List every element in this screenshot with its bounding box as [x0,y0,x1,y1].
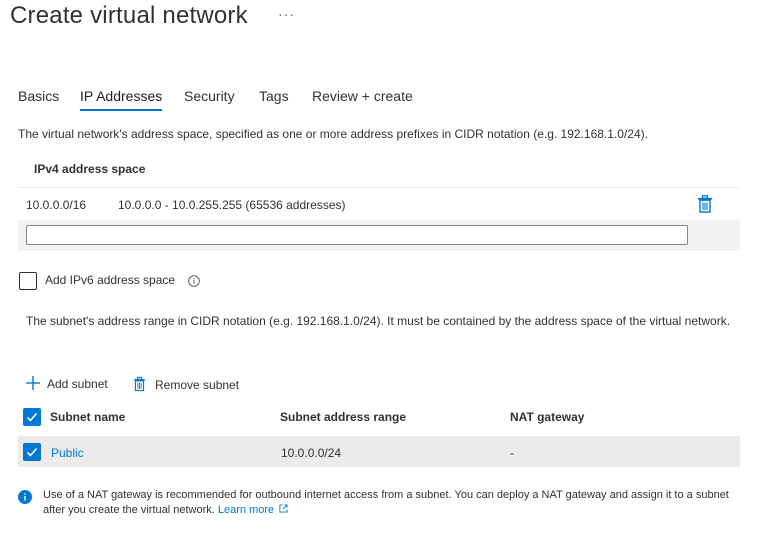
tab-ip-addresses-label: IP Addresses [80,88,163,104]
header-divider [18,187,740,188]
ipv6-label: Add IPv6 address space [45,273,176,287]
info-icon[interactable] [188,274,200,287]
column-header-subnet-name[interactable]: Subnet name [50,410,125,424]
table-row[interactable] [18,436,740,467]
delete-address-space-button[interactable] [697,195,713,213]
more-actions-button[interactable]: ··· [278,6,295,22]
subnet-address-range: 10.0.0.0/24 [281,446,342,460]
info-icon [18,490,32,504]
subnet-description: The subnet's address range in CIDR notat… [26,314,731,328]
checkmark-icon [26,447,38,457]
new-address-prefix-input[interactable] [26,225,688,245]
add-subnet-button[interactable]: Add subnet [26,376,108,391]
active-tab-indicator [80,109,163,111]
new-address-space-row [18,220,740,251]
trash-icon [698,195,712,213]
learn-more-link[interactable]: Learn more [218,504,288,516]
tab-basics[interactable]: Basics [18,88,59,104]
column-header-nat-gateway[interactable]: NAT gateway [510,410,584,424]
nat-gateway-info-message: Use of a NAT gateway is recommended for … [43,488,733,518]
select-all-subnets-checkbox[interactable] [23,408,41,426]
remove-subnet-button[interactable]: Remove subnet [133,376,239,392]
ipv6-checkbox[interactable] [19,272,37,290]
address-prefix: 10.0.0.0/16 [26,198,87,212]
tab-tags[interactable]: Tags [259,88,289,104]
nat-gateway-info-text: Use of a NAT gateway is recommended for … [43,489,729,516]
subnet-row-checkbox[interactable] [23,443,41,461]
checkmark-icon [26,412,38,422]
tab-review-create[interactable]: Review + create [312,88,413,104]
plus-icon [26,376,40,390]
trash-icon [133,376,146,392]
external-link-icon [279,504,288,513]
column-header-subnet-range[interactable]: Subnet address range [280,410,406,424]
tab-security[interactable]: Security [184,88,235,104]
address-range: 10.0.0.0 - 10.0.255.255 (65536 addresses… [118,198,346,212]
add-subnet-label: Add subnet [47,377,108,391]
learn-more-label: Learn more [217,504,275,516]
page-title: Create virtual network [10,2,248,29]
tab-ip-addresses[interactable]: IP Addresses [80,88,163,111]
ipv4-address-space-header: IPv4 address space [34,162,146,176]
subnet-name-link[interactable]: Public [51,446,84,460]
subnet-nat-gateway: - [510,446,514,460]
remove-subnet-label: Remove subnet [155,378,240,392]
address-space-description: The virtual network's address space, spe… [18,127,648,141]
